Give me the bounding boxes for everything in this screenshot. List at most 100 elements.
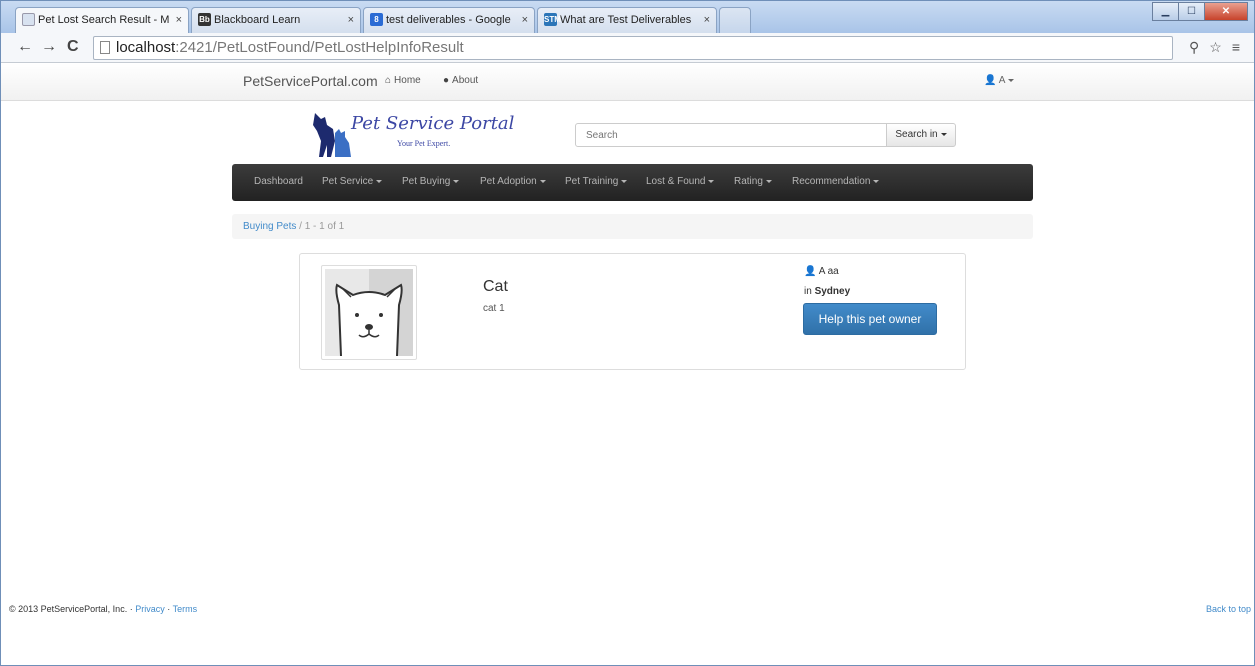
logo-tagline: Your Pet Expert. — [397, 139, 451, 148]
nav-pet-service[interactable]: Pet Service — [322, 176, 383, 187]
nav-label: Dashboard — [254, 176, 303, 187]
toolbar-icons: ⚲ ☆ ≡ — [1189, 39, 1240, 56]
browser-tab-test-deliverables[interactable]: STM What are Test Deliverables × — [537, 7, 717, 33]
user-name: A — [998, 75, 1006, 86]
reload-icon[interactable]: C — [67, 37, 79, 57]
nav-label: Pet Training — [565, 176, 619, 187]
browser-tab-title: What are Test Deliverables — [560, 14, 692, 26]
caret-down-icon — [1008, 78, 1015, 82]
nav-recommendation[interactable]: Recommendation — [792, 176, 880, 187]
footer: © 2013 PetServicePortal, Inc. · Privacy … — [9, 604, 197, 614]
breadcrumb: Buying Pets / 1 - 1 of 1 — [232, 214, 1033, 239]
owner-name: A aa — [818, 266, 839, 277]
about-label: About — [452, 75, 479, 86]
tab-close-icon[interactable]: × — [522, 8, 528, 32]
cat-placeholder-icon — [325, 269, 413, 356]
search-input[interactable] — [575, 123, 887, 147]
window-controls: ▁ ☐ ✕ — [1152, 2, 1248, 22]
menu-icon[interactable]: ≡ — [1232, 39, 1240, 56]
nav-dashboard[interactable]: Dashboard — [254, 176, 303, 187]
site-logo[interactable]: Pet Service Portal Your Pet Expert. — [311, 111, 515, 159]
footer-copyright: © 2013 PetServicePortal, Inc. — [9, 604, 128, 614]
browser-window: Pet Lost Search Result - M × Bb Blackboa… — [0, 0, 1255, 666]
home-icon: ⌂ — [385, 75, 392, 86]
terms-link[interactable]: Terms — [173, 604, 198, 614]
caret-down-icon — [621, 179, 628, 183]
location-name: Sydney — [814, 286, 851, 297]
top-navbar: PetServicePortal.com ⌂ Home ● About 👤 A — [1, 63, 1254, 101]
nav-pet-buying[interactable]: Pet Buying — [402, 176, 460, 187]
new-tab-button[interactable] — [719, 7, 751, 33]
pet-thumbnail[interactable] — [321, 265, 417, 360]
caret-down-icon — [708, 179, 715, 183]
forward-icon[interactable]: → — [41, 37, 57, 57]
back-to-top-link[interactable]: Back to top — [1206, 604, 1251, 614]
blackboard-favicon-icon: Bb — [198, 13, 211, 26]
nav-lost-found[interactable]: Lost & Found — [646, 176, 715, 187]
caret-down-icon — [940, 132, 947, 136]
tab-close-icon[interactable]: × — [176, 8, 182, 32]
pet-name: Cat — [483, 278, 508, 295]
caret-down-icon — [453, 179, 460, 183]
page-icon — [100, 41, 110, 54]
main-nav: Dashboard Pet Service Pet Buying Pet Ado… — [232, 164, 1033, 201]
nav-label: Pet Service — [322, 176, 374, 187]
nav-pet-adoption[interactable]: Pet Adoption — [480, 176, 546, 187]
browser-tab-pet-lost[interactable]: Pet Lost Search Result - M × — [15, 7, 189, 33]
search-in-label: Search in — [895, 129, 938, 140]
browser-toolbar: ← → C localhost:2421/PetLostFound/PetLos… — [1, 33, 1254, 63]
search-in-button[interactable]: Search in — [886, 123, 956, 147]
caret-down-icon — [765, 179, 772, 183]
nav-pet-training[interactable]: Pet Training — [565, 176, 628, 187]
nav-label: Pet Adoption — [480, 176, 537, 187]
nav-rating[interactable]: Rating — [734, 176, 772, 187]
dog-cat-logo-icon — [313, 113, 351, 157]
google-favicon-icon: 8 — [370, 13, 383, 26]
pet-result-card: Cat cat 1 👤 A aa in Sydney Help this pet… — [299, 253, 966, 370]
tab-close-icon[interactable]: × — [348, 8, 354, 32]
breadcrumb-separator: / — [299, 221, 302, 232]
footer-dot: · — [167, 604, 171, 614]
browser-tab-title: Blackboard Learn — [214, 14, 301, 26]
user-icon: 👤 — [984, 75, 997, 86]
nav-label: Pet Buying — [402, 176, 451, 187]
address-bar[interactable]: localhost:2421/PetLostFound/PetLostHelpI… — [93, 36, 1173, 60]
minimize-icon[interactable]: ▁ — [1152, 2, 1179, 21]
breadcrumb-count: 1 - 1 of 1 — [304, 221, 345, 232]
zoom-icon[interactable]: ⚲ — [1189, 39, 1199, 56]
privacy-link[interactable]: Privacy — [135, 604, 165, 614]
url-host: localhost — [116, 39, 176, 56]
footer-dot: · — [129, 604, 133, 614]
location-prefix: in — [804, 286, 812, 297]
browser-tab-blackboard[interactable]: Bb Blackboard Learn × — [191, 7, 361, 33]
logo-title: Pet Service Portal — [351, 113, 515, 134]
breadcrumb-buying-pets-link[interactable]: Buying Pets — [243, 221, 296, 232]
nav-label: Recommendation — [792, 176, 871, 187]
help-pet-owner-button[interactable]: Help this pet owner — [803, 303, 937, 335]
maximize-icon[interactable]: ☐ — [1178, 2, 1205, 21]
brand-link[interactable]: PetServicePortal.com — [243, 73, 378, 89]
browser-tab-title: Pet Lost Search Result - M — [38, 14, 170, 26]
user-icon: 👤 — [804, 266, 817, 277]
user-menu[interactable]: 👤 A — [984, 75, 1015, 86]
stm-favicon-icon: STM — [544, 13, 561, 26]
caret-down-icon — [873, 179, 880, 183]
page-favicon-icon — [22, 13, 35, 26]
window-close-icon[interactable]: ✕ — [1204, 2, 1248, 21]
pet-description: cat 1 — [483, 303, 505, 314]
home-label: Home — [394, 75, 421, 86]
about-link[interactable]: ● About — [443, 75, 478, 86]
location-info: in Sydney — [804, 286, 850, 297]
owner-info: 👤 A aa — [804, 266, 839, 277]
browser-tab-google[interactable]: 8 test deliverables - Google × — [363, 7, 535, 33]
bookmark-star-icon[interactable]: ☆ — [1209, 39, 1222, 56]
browser-titlebar: Pet Lost Search Result - M × Bb Blackboa… — [1, 1, 1254, 33]
caret-down-icon — [539, 179, 546, 183]
url-path: :2421/PetLostFound/PetLostHelpInfoResult — [175, 39, 464, 56]
nav-label: Rating — [734, 176, 763, 187]
home-link[interactable]: ⌂ Home — [385, 75, 421, 86]
nav-label: Lost & Found — [646, 176, 706, 187]
tab-close-icon[interactable]: × — [704, 8, 710, 32]
back-icon[interactable]: ← — [17, 37, 33, 57]
page-content: PetServicePortal.com ⌂ Home ● About 👤 A Pe… — [1, 63, 1254, 665]
